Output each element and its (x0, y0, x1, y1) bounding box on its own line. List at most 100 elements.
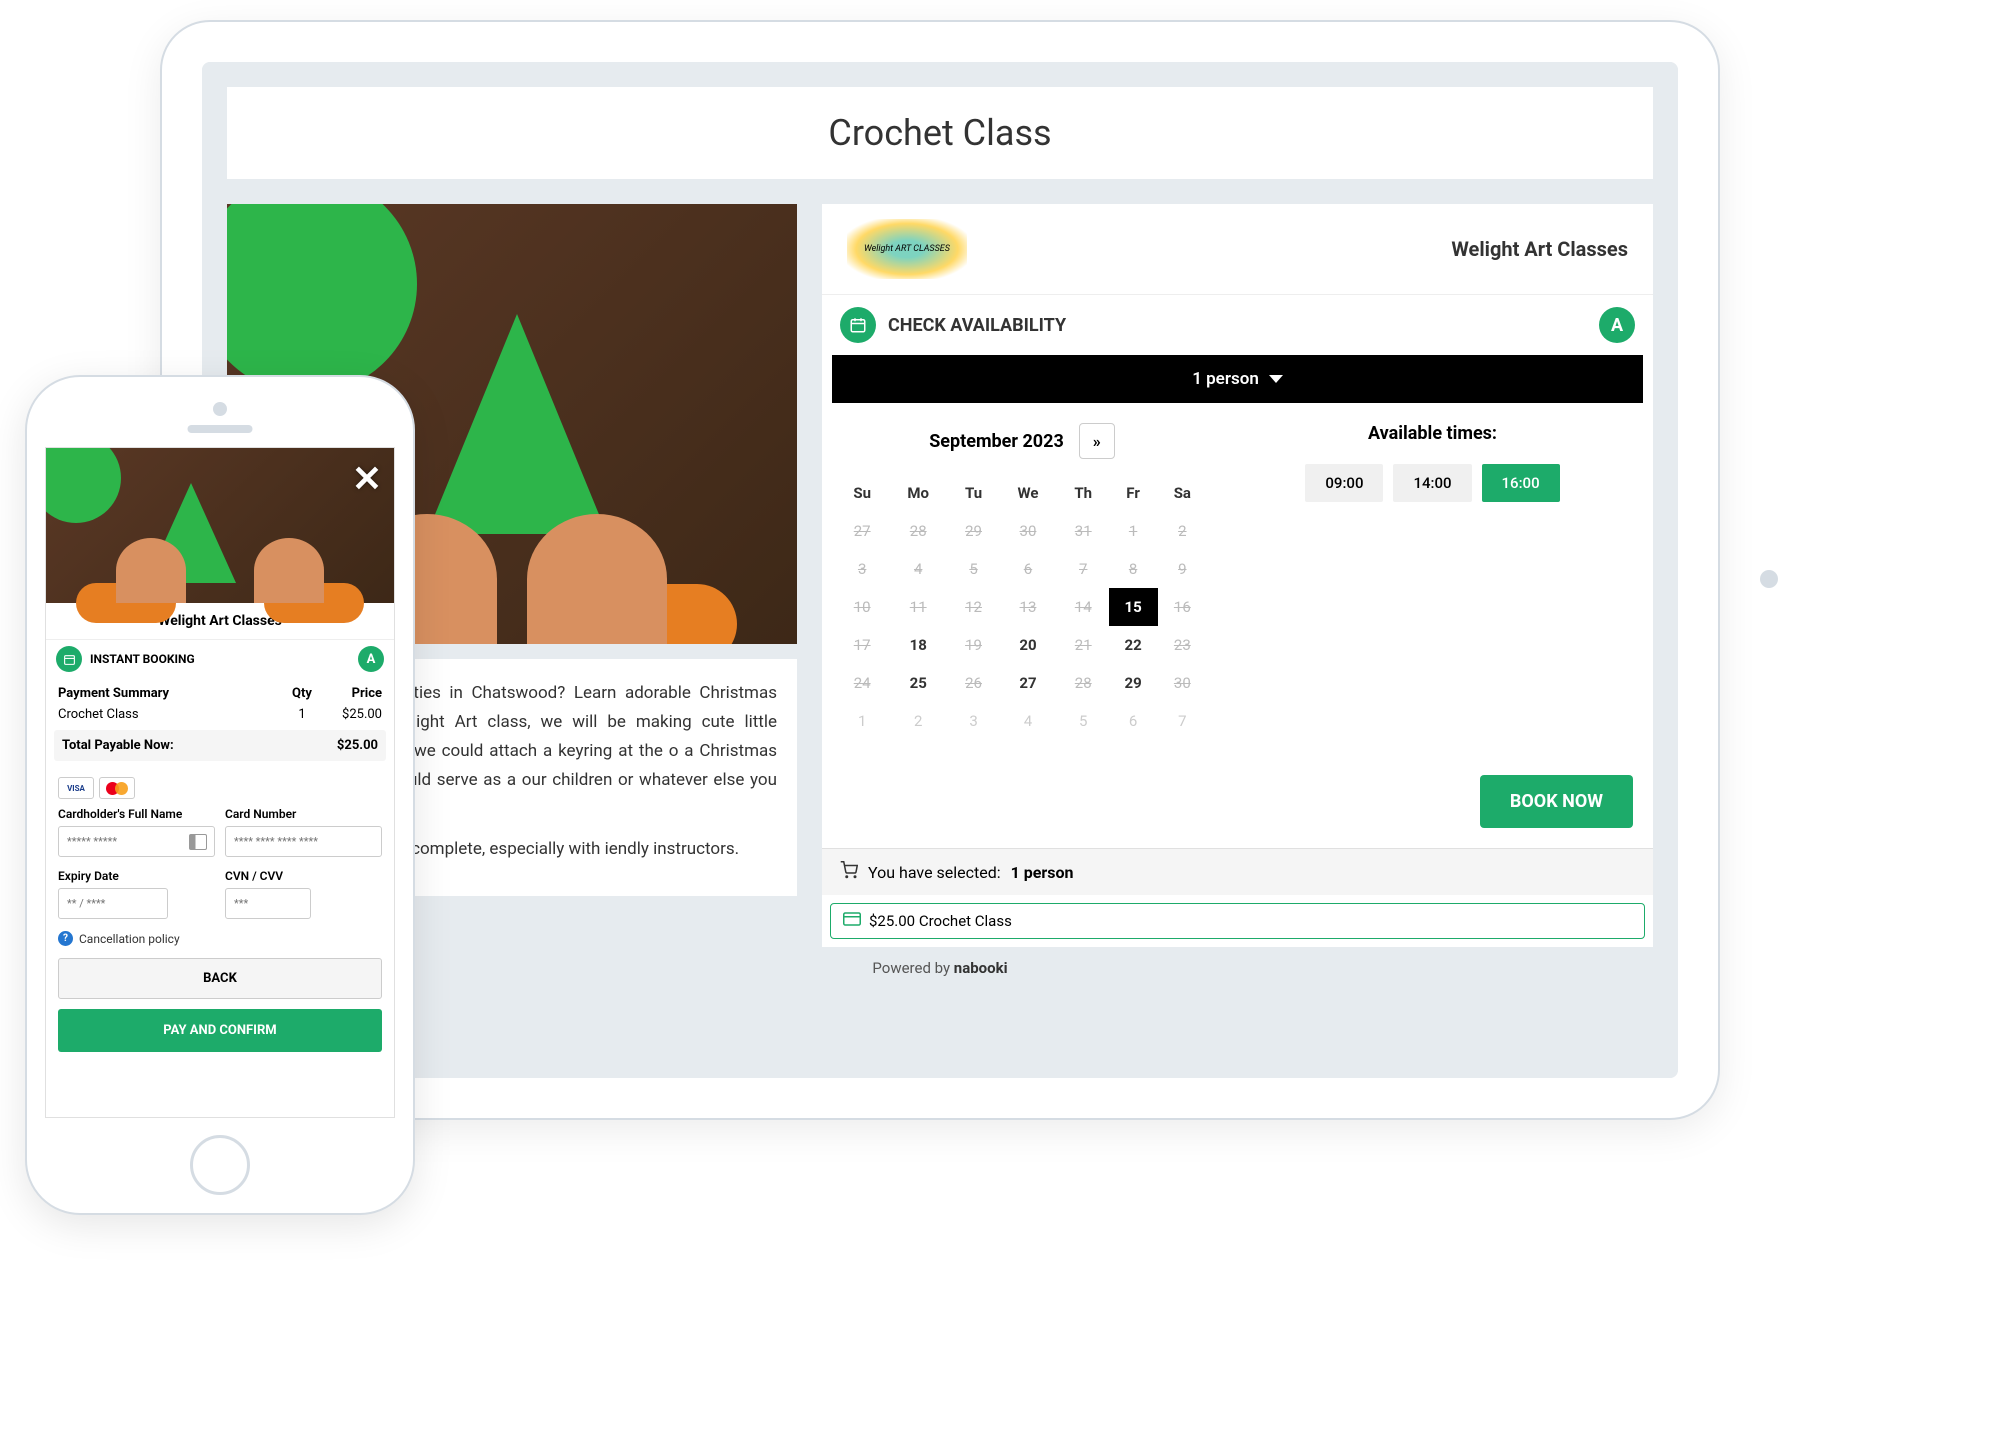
vendor-logo: Welight ART CLASSES (847, 219, 967, 279)
calendar-day: 4 (887, 550, 949, 588)
calendar-day: 13 (998, 588, 1058, 626)
calendar-next-button[interactable]: » (1079, 423, 1115, 459)
calendar-day: 23 (1158, 626, 1207, 664)
time-slot[interactable]: 16:00 (1482, 464, 1560, 502)
expiry-label: Expiry Date (58, 869, 215, 883)
visa-icon: VISA (58, 777, 94, 799)
calendar-icon (840, 307, 876, 343)
calendar-day: 19 (949, 626, 998, 664)
calendar-weekday: Fr (1109, 474, 1158, 512)
calendar-day: 11 (887, 588, 949, 626)
phone-camera (213, 402, 227, 416)
calendar-day: 24 (837, 664, 887, 702)
phone-hero-image: ✕ (46, 448, 394, 603)
calendar-day: 12 (949, 588, 998, 626)
availability-title: CHECK AVAILABILITY (888, 315, 1066, 336)
calendar-day: 5 (1058, 702, 1109, 740)
calendar-day: 3 (837, 550, 887, 588)
card-number-input[interactable] (225, 826, 382, 857)
expiry-input[interactable] (58, 888, 168, 919)
calendar-weekday: Th (1058, 474, 1109, 512)
person-selector[interactable]: 1 person (832, 355, 1643, 403)
cvv-label: CVN / CVV (225, 869, 382, 883)
powered-by: Powered by nabooki (227, 947, 1653, 989)
instant-booking-title: INSTANT BOOKING (90, 652, 195, 666)
badge-a[interactable]: A (1599, 307, 1635, 343)
calendar-day: 14 (1058, 588, 1109, 626)
calendar-day: 30 (1158, 664, 1207, 702)
calendar: September 2023 » SuMoTuWeThFrSa 27282930… (837, 423, 1207, 740)
price-header: Price (322, 686, 382, 701)
time-slot[interactable]: 14:00 (1393, 464, 1471, 502)
calendar-day[interactable]: 20 (998, 626, 1058, 664)
cvv-input[interactable] (225, 888, 311, 919)
cardholder-name-label: Cardholder's Full Name (58, 807, 215, 821)
selection-summary: You have selected: 1 person (822, 848, 1653, 895)
calendar-day: 26 (949, 664, 998, 702)
tablet-screen: Crochet Class xing Christmas activities … (202, 62, 1678, 1078)
calendar-day: 8 (1109, 550, 1158, 588)
calendar-weekday: Su (837, 474, 887, 512)
calendar-day: 2 (1158, 512, 1207, 550)
calendar-day[interactable]: 29 (1109, 664, 1158, 702)
chevron-down-icon (1269, 375, 1283, 383)
calendar-day[interactable]: 18 (887, 626, 949, 664)
back-button[interactable]: BACK (58, 958, 382, 999)
calendar-day[interactable]: 25 (887, 664, 949, 702)
info-icon: ? (58, 931, 73, 946)
calendar-day: 7 (1058, 550, 1109, 588)
phone-device: ✕ Welight Art Classes INSTANT BOOKING A … (25, 375, 415, 1215)
calendar-weekday: Mo (887, 474, 949, 512)
price-summary: $25.00 Crochet Class (830, 903, 1645, 939)
calendar-day: 27 (837, 512, 887, 550)
calendar-day: 1 (1109, 512, 1158, 550)
calendar-weekday: Tu (949, 474, 998, 512)
calendar-day[interactable]: 22 (1109, 626, 1158, 664)
close-icon[interactable]: ✕ (352, 458, 382, 500)
calendar-day: 7 (1158, 702, 1207, 740)
calendar-day: 16 (1158, 588, 1207, 626)
vendor-name: Welight Art Classes (1451, 237, 1628, 261)
calendar-day: 6 (998, 550, 1058, 588)
calendar-day: 6 (1109, 702, 1158, 740)
calendar-day: 3 (949, 702, 998, 740)
phone-speaker (188, 425, 253, 433)
calendar-month-label: September 2023 (929, 431, 1064, 452)
page-title: Crochet Class (227, 87, 1653, 179)
phone-home-button[interactable] (190, 1135, 250, 1195)
payment-summary-label: Payment Summary (58, 686, 282, 701)
book-now-button[interactable]: BOOK NOW (1480, 775, 1633, 828)
badge-a[interactable]: A (358, 646, 384, 672)
credit-card-icon (843, 912, 861, 930)
pay-confirm-button[interactable]: PAY AND CONFIRM (58, 1009, 382, 1052)
total-row: Total Payable Now: $25.00 (54, 730, 386, 761)
calendar-day[interactable]: 27 (998, 664, 1058, 702)
calendar-day: 28 (887, 512, 949, 550)
time-slot[interactable]: 09:00 (1305, 464, 1383, 502)
qty-header: Qty (282, 686, 322, 701)
calendar-day[interactable]: 15 (1109, 588, 1158, 626)
calendar-weekday: We (998, 474, 1058, 512)
calendar-day: 1 (837, 702, 887, 740)
calendar-day: 2 (887, 702, 949, 740)
calendar-day: 29 (949, 512, 998, 550)
contact-card-icon (189, 834, 207, 850)
calendar-icon (56, 646, 82, 672)
calendar-day: 17 (837, 626, 887, 664)
calendar-day: 10 (837, 588, 887, 626)
cancellation-policy-link[interactable]: ? Cancellation policy (46, 919, 394, 958)
calendar-day: 9 (1158, 550, 1207, 588)
calendar-weekday: Sa (1158, 474, 1207, 512)
calendar-day: 30 (998, 512, 1058, 550)
calendar-day: 5 (949, 550, 998, 588)
cart-icon (840, 861, 858, 883)
calendar-day: 31 (1058, 512, 1109, 550)
tablet-home-button[interactable] (1760, 570, 1778, 588)
mastercard-icon (99, 777, 135, 799)
available-times-title: Available times: (1227, 423, 1638, 444)
card-number-label: Card Number (225, 807, 382, 821)
phone-screen: ✕ Welight Art Classes INSTANT BOOKING A … (45, 447, 395, 1118)
calendar-day: 28 (1058, 664, 1109, 702)
line-item: Crochet Class 1 $25.00 (58, 707, 382, 722)
calendar-day: 4 (998, 702, 1058, 740)
